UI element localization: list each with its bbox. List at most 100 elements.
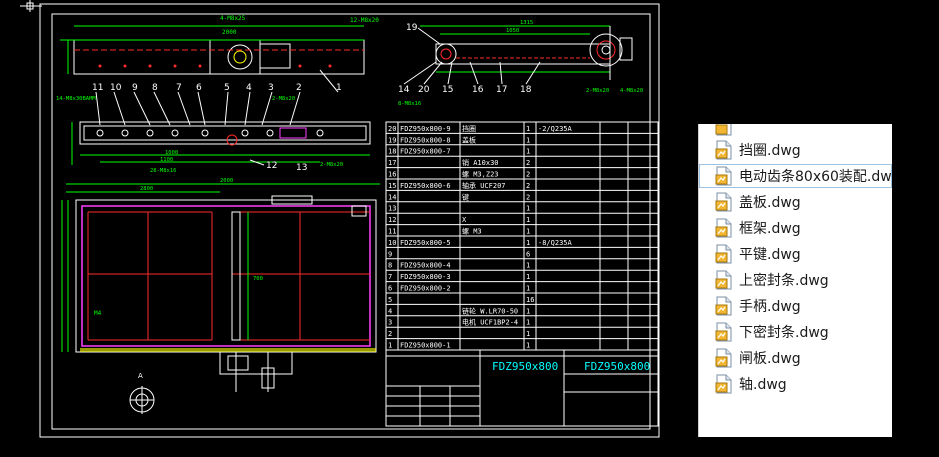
- bom-cell-qty: 1: [526, 239, 530, 247]
- bom-cell-code: FDZ950x800-9: [400, 125, 451, 133]
- section-label-a: A: [138, 372, 143, 380]
- bom-table: 20 FDZ950x800-9 挡圈 1 -2/Q235A19 FDZ950x800-8 盖…: [385, 121, 659, 351]
- balloon-leaders-top: [95, 69, 339, 126]
- file-item[interactable]: 下密封条.dwg: [699, 320, 892, 344]
- bom-cell-qty: 1: [526, 307, 530, 315]
- file-item-label: 挡圈.dwg: [739, 143, 801, 159]
- balloon-3: 3: [268, 83, 274, 93]
- bom-cell-qty: 1: [526, 262, 530, 270]
- dim-side-small-c: 4-M8x20: [620, 88, 643, 94]
- balloon-11: 11: [92, 83, 103, 93]
- bom-cell-qty: 1: [526, 136, 530, 144]
- file-item[interactable]: 电动齿条80x60装配.dw: [699, 164, 892, 188]
- bom-cell-no: 4: [388, 307, 392, 315]
- dwg-file-icon: [715, 348, 733, 368]
- bom-cell-no: 9: [388, 250, 392, 258]
- bom-cell-code: FDZ950x800-4: [400, 262, 451, 270]
- bom-cell-qty: 1: [526, 273, 530, 281]
- file-item[interactable]: 盖板.dwg: [699, 190, 892, 214]
- bom-cell-no: 5: [388, 296, 392, 304]
- bom-cell-no: 7: [388, 273, 392, 281]
- balloon-10: 10: [110, 83, 122, 93]
- file-item-label: 轴.dwg: [739, 377, 787, 393]
- bom-cell-no: 11: [388, 228, 396, 236]
- balloon-17: 17: [496, 85, 507, 95]
- dim-1100: 1100: [160, 157, 173, 163]
- bom-cell-qty: 1: [526, 125, 530, 133]
- file-item[interactable]: 手柄.dwg: [699, 294, 892, 318]
- file-item[interactable]: 框架.dwg: [699, 216, 892, 240]
- balloon-15: 15: [442, 85, 453, 95]
- section-marker: [129, 386, 155, 414]
- dim-side-small: 8-M8x16: [398, 101, 421, 107]
- dim-holes-left: 14-M8x30BAMM: [56, 96, 96, 102]
- file-item[interactable]: 上密封条.dwg: [699, 268, 892, 292]
- file-item[interactable]: 平键.dwg: [699, 242, 892, 266]
- file-list-panel: 挡圈.dwg 电动齿条80x60装配.dw 盖板.dwg 框架.dwg 平键.dwg 上密…: [698, 124, 892, 437]
- top-view: [60, 25, 365, 75]
- drawing-frame-outer: [39, 3, 660, 438]
- bom-cell-no: 3: [388, 319, 392, 327]
- file-item-label: 手柄.dwg: [739, 299, 801, 315]
- bom-cell-no: 8: [388, 262, 392, 270]
- dim-bottom-len: 2000: [220, 178, 233, 184]
- bom-cell-qty: 1: [526, 319, 530, 327]
- bom-cell-material: -8/Q235A: [538, 239, 573, 247]
- balloon-1: 1: [336, 83, 342, 93]
- balloon-13: 13: [296, 163, 307, 173]
- balloon-4: 4: [246, 83, 252, 93]
- balloon-6: 6: [196, 83, 202, 93]
- dim-side-len-a: 1315: [520, 20, 533, 26]
- file-item-label: 框架.dwg: [739, 221, 801, 237]
- dim-side-len-b: 1050: [506, 28, 519, 34]
- dim-side-small-b: 2-M8x20: [586, 88, 609, 94]
- bom-cell-qty: 2: [526, 193, 530, 201]
- dim-1000: 1000: [165, 150, 178, 156]
- bom-cell-code: FDZ950x800-8: [400, 136, 451, 144]
- file-item[interactable]: 闸板.dwg: [699, 346, 892, 370]
- balloon-2: 2: [296, 83, 302, 93]
- bom-cell-no: 2: [388, 330, 392, 338]
- file-item-label: 盖板.dwg: [739, 195, 801, 211]
- plan-view: [61, 183, 380, 392]
- file-item[interactable]: 挡圈.dwg: [699, 138, 892, 162]
- bom-cell-name: 键: [462, 192, 469, 201]
- dwg-file-icon: [715, 218, 733, 238]
- bom-cell-qty: 1: [526, 285, 530, 293]
- dwg-file-icon: [715, 192, 733, 212]
- balloon-16: 16: [472, 85, 484, 95]
- dwg-file-icon: [715, 166, 733, 186]
- bom-cell-code: FDZ950x800-2: [400, 285, 451, 293]
- balloon-9: 9: [132, 83, 138, 93]
- balloon-14: 14: [398, 85, 410, 95]
- balloon-labels-top: 11 10 9 8 7 6 5 4 3 2 1: [92, 83, 342, 93]
- bom-cell-no: 18: [388, 148, 396, 156]
- dim-top-right-holes: 12-M8x20: [350, 17, 379, 24]
- bom-cell-name: 销 A10x30: [462, 158, 499, 167]
- bom-cell-material: -2/Q235A: [538, 125, 573, 133]
- bom-cell-no: 16: [388, 171, 396, 179]
- balloon-12: 12: [266, 161, 277, 171]
- file-item-partial[interactable]: [699, 124, 892, 138]
- bom-cell-qty: 1: [526, 228, 530, 236]
- bom-cell-no: 1: [388, 342, 392, 350]
- file-item-label: 下密封条.dwg: [739, 325, 829, 341]
- bom-cell-qty: 1: [526, 330, 530, 338]
- bom-cell-name: 电机 UCF1BP2-4: [462, 318, 518, 327]
- bom-cell-no: 10: [388, 239, 396, 247]
- bom-cell-no: 13: [388, 205, 396, 213]
- bom-cell-no: 6: [388, 285, 392, 293]
- dwg-file-icon: [715, 296, 733, 316]
- dim-top-holes: 4-M8x25: [220, 15, 246, 22]
- file-item[interactable]: 轴.dwg: [699, 372, 892, 396]
- title-block-name-b: FDZ950x800: [584, 360, 650, 373]
- bom-cell-qty: 1: [526, 148, 530, 156]
- balloon-leaders-side: [403, 61, 541, 85]
- bom-cell-qty: 1: [526, 205, 530, 213]
- bom-cell-code: FDZ950x800-3: [400, 273, 451, 281]
- bom-cell-code: FDZ950x800-7: [400, 148, 451, 156]
- bom-cell-no: 12: [388, 216, 396, 224]
- bom-cell-no: 14: [388, 193, 396, 201]
- file-item-label: 闸板.dwg: [739, 351, 801, 367]
- dim-holes-bottom: 28-M8x16: [150, 168, 177, 174]
